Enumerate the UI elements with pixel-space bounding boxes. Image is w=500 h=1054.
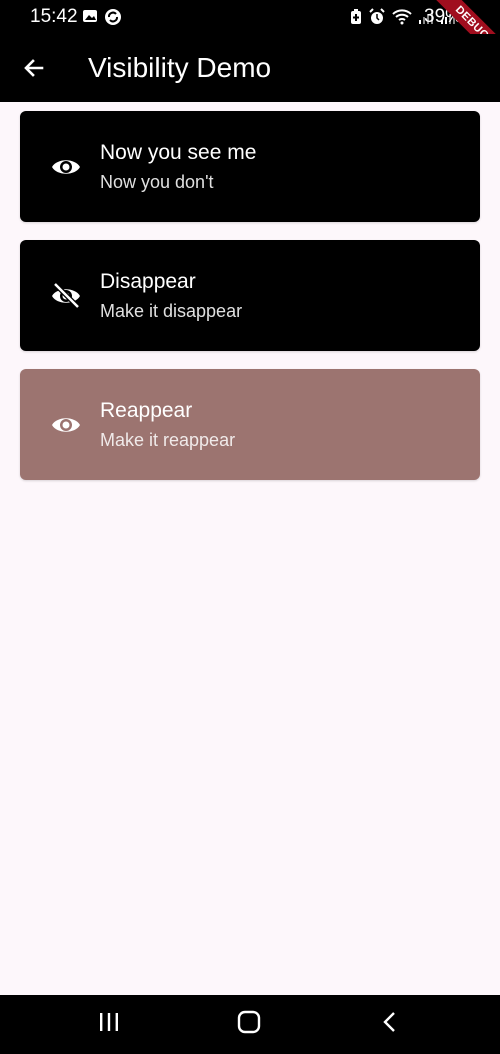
home-icon [236,1010,262,1039]
status-left-icons [82,8,122,31]
home-button[interactable] [231,1009,267,1039]
image-icon [82,8,98,31]
battery-saver-icon [350,9,362,30]
eye-off-icon [50,280,82,312]
card-subtitle: Make it reappear [100,430,236,450]
visibility-card-list: Now you see me Now you don't Disappear M… [20,111,480,498]
nav-back-button[interactable] [372,1009,408,1039]
arrow-back-icon [22,56,46,85]
wifi-icon [392,9,412,30]
card-title: Now you see me [100,141,257,164]
card-subtitle: Make it disappear [100,301,243,321]
eye-icon [50,409,82,441]
app-bar: Visibility Demo [0,34,500,102]
recents-icon [97,1011,121,1038]
recents-button[interactable] [91,1009,127,1039]
alarm-icon [368,8,386,31]
status-time: 15:42 [30,6,78,27]
card-now-you-see-me[interactable]: Now you see me Now you don't [20,111,480,222]
sync-icon [104,8,122,31]
back-icon [380,1010,400,1039]
system-nav-bar [0,995,500,1054]
card-title: Reappear [100,399,193,422]
eye-icon [50,151,82,183]
card-title: Disappear [100,270,196,293]
card-subtitle: Now you don't [100,172,214,192]
status-bar: 15:42 39% DEBUG [0,0,500,72]
back-button[interactable] [18,54,50,86]
page-title: Visibility Demo [88,52,272,83]
card-reappear[interactable]: Reappear Make it reappear [20,369,480,480]
card-disappear[interactable]: Disappear Make it disappear [20,240,480,351]
